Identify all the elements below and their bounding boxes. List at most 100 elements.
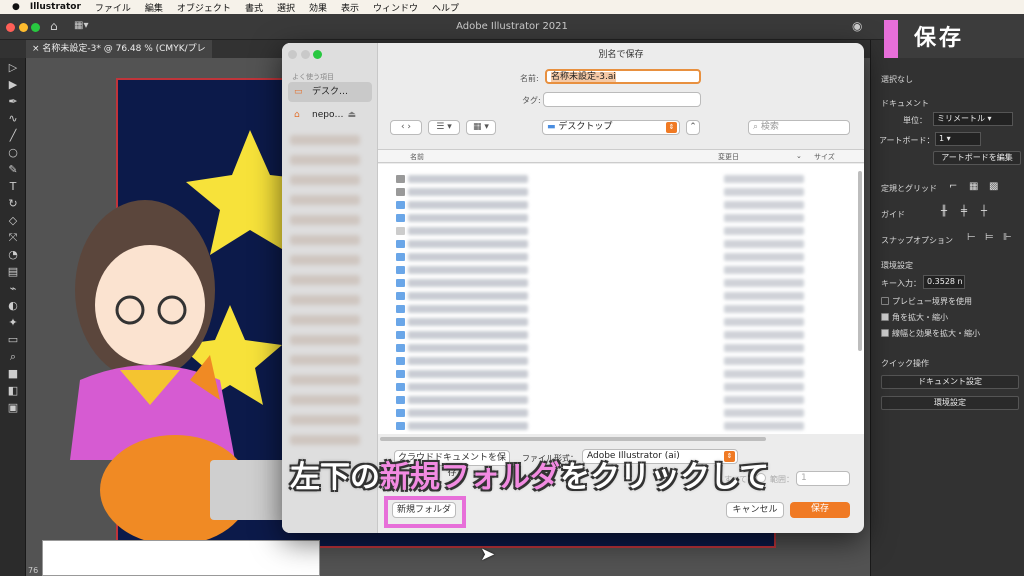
file-row[interactable] xyxy=(394,316,864,328)
guides-title: ガイド xyxy=(881,210,905,219)
document-section-title: ドキュメント xyxy=(881,99,929,108)
artboard-select[interactable]: 1 ▾ xyxy=(935,132,981,146)
blend-tool-icon[interactable]: ◐ xyxy=(5,299,21,313)
keyboard-increment-input[interactable]: 0.3528 n xyxy=(923,275,965,289)
menu-type[interactable]: 書式 xyxy=(245,1,263,14)
rotate-tool-icon[interactable]: ↻ xyxy=(5,197,21,211)
name-label: 名前: xyxy=(520,74,539,83)
preferences-button[interactable]: 環境設定 xyxy=(881,396,1019,410)
file-row[interactable] xyxy=(394,225,864,237)
draw-mode-icon[interactable]: ◧ xyxy=(5,384,21,398)
file-row[interactable] xyxy=(394,368,864,380)
pen-tool-icon[interactable]: ✒ xyxy=(5,95,21,109)
list-view-button[interactable]: ☰ ▾ xyxy=(428,120,460,135)
dialog-minimize-icon[interactable] xyxy=(300,50,310,59)
vertical-scrollbar[interactable] xyxy=(858,171,862,351)
unit-select[interactable]: ミリメートル ▾ xyxy=(933,112,1013,126)
file-row[interactable] xyxy=(394,186,864,198)
dialog-zoom-icon[interactable] xyxy=(313,50,322,59)
scale-corners-checkbox[interactable]: 角を拡大・縮小 xyxy=(881,312,948,323)
file-row[interactable] xyxy=(394,381,864,393)
apple-icon[interactable]: ● xyxy=(12,2,20,12)
menu-app-name[interactable]: Illustrator xyxy=(30,2,81,12)
width-tool-icon[interactable]: ⤧ xyxy=(5,231,21,245)
scale-strokes-checkbox[interactable]: 線幅と効果を拡大・縮小 xyxy=(881,328,980,339)
menu-view[interactable]: 表示 xyxy=(341,1,359,14)
file-row[interactable] xyxy=(394,277,864,289)
menu-edit[interactable]: 編集 xyxy=(145,1,163,14)
document-setup-button[interactable]: ドキュメント設定 xyxy=(881,375,1019,389)
tags-input[interactable] xyxy=(543,92,701,107)
smart-guides-icon[interactable]: ┼ xyxy=(981,206,987,217)
menu-object[interactable]: オブジェクト xyxy=(177,1,231,14)
artboard-tool-icon[interactable]: ▭ xyxy=(5,333,21,347)
ruler-icon[interactable]: ⌐ xyxy=(949,181,957,192)
fill-stroke-icon[interactable]: ■ xyxy=(5,367,21,381)
file-row[interactable] xyxy=(394,212,864,224)
file-row[interactable] xyxy=(394,420,864,432)
filename-input[interactable]: 名称未設定-3.ai xyxy=(545,69,701,84)
file-row[interactable] xyxy=(394,355,864,367)
snap-pixel-icon[interactable]: ⊩ xyxy=(1003,232,1012,243)
menu-effect[interactable]: 効果 xyxy=(309,1,327,14)
show-guides-icon[interactable]: ╫ xyxy=(941,206,947,217)
selection-tool-icon[interactable]: ▷ xyxy=(5,61,21,75)
lock-guides-icon[interactable]: ╪ xyxy=(961,206,967,217)
symbol-sprayer-tool-icon[interactable]: ✦ xyxy=(5,316,21,330)
horizontal-scrollbar[interactable] xyxy=(380,437,766,441)
document-tab[interactable]: × 名称未設定-3* @ 76.48 % (CMYK/プレビュー) xyxy=(26,40,212,72)
eject-icon[interactable]: ⏏ xyxy=(347,110,356,120)
file-row[interactable] xyxy=(394,329,864,341)
zoom-tool-icon[interactable]: ⌕ xyxy=(5,350,21,364)
location-dropdown[interactable]: ▬ デスクトップ ⇕ xyxy=(542,120,680,135)
save-button[interactable]: 保存 xyxy=(790,502,850,518)
sidebar-item-nepo[interactable]: ⌂ nepo… ⏏ xyxy=(288,105,372,125)
menu-select[interactable]: 選択 xyxy=(277,1,295,14)
line-tool-icon[interactable]: ╱ xyxy=(5,129,21,143)
type-tool-icon[interactable]: T xyxy=(5,180,21,194)
file-row[interactable] xyxy=(394,342,864,354)
section-tag: 保存 xyxy=(884,20,1024,58)
expand-collapse-button[interactable]: ⌃ xyxy=(686,120,700,135)
zoom-readout[interactable]: 76 xyxy=(28,566,38,575)
file-row[interactable] xyxy=(394,264,864,276)
menu-window[interactable]: ウィンドウ xyxy=(373,1,418,14)
file-row[interactable] xyxy=(394,394,864,406)
account-icon[interactable]: ◉ xyxy=(852,19,862,33)
curvature-tool-icon[interactable]: ∿ xyxy=(5,112,21,126)
ellipse-tool-icon[interactable]: ○ xyxy=(5,146,21,160)
search-field[interactable]: ⌕ 検索 xyxy=(748,120,850,135)
snap-point-icon[interactable]: ⊢ xyxy=(967,232,976,243)
edit-artboard-button[interactable]: アートボードを編集 xyxy=(933,151,1021,165)
range-input[interactable]: 1 xyxy=(796,471,850,486)
grid-icon[interactable]: ▦ xyxy=(969,181,978,192)
snap-grid-icon[interactable]: ⊨ xyxy=(985,232,994,243)
close-tab-icon[interactable]: × xyxy=(32,44,42,54)
file-row[interactable] xyxy=(394,290,864,302)
shape-builder-tool-icon[interactable]: ◔ xyxy=(5,248,21,262)
gradient-tool-icon[interactable]: ▤ xyxy=(5,265,21,279)
menu-help[interactable]: ヘルプ xyxy=(432,1,459,14)
column-name[interactable]: 名前 xyxy=(410,152,424,162)
transparency-grid-icon[interactable]: ▩ xyxy=(989,181,998,192)
menu-file[interactable]: ファイル xyxy=(95,1,131,14)
file-row[interactable] xyxy=(394,199,864,211)
group-view-button[interactable]: ▦ ▾ xyxy=(466,120,496,135)
eraser-tool-icon[interactable]: ◇ xyxy=(5,214,21,228)
file-row[interactable] xyxy=(394,238,864,250)
dialog-close-icon[interactable] xyxy=(288,50,297,59)
preview-bounds-checkbox[interactable]: プレビュー境界を使用 xyxy=(881,296,972,307)
file-row[interactable] xyxy=(394,407,864,419)
back-forward-buttons[interactable]: ‹ › xyxy=(390,120,422,135)
column-modified[interactable]: 変更日 xyxy=(718,152,739,162)
file-row[interactable] xyxy=(394,303,864,315)
screen-mode-icon[interactable]: ▣ xyxy=(5,401,21,415)
paintbrush-tool-icon[interactable]: ✎ xyxy=(5,163,21,177)
file-row[interactable] xyxy=(394,251,864,263)
file-row[interactable] xyxy=(394,173,864,185)
direct-selection-tool-icon[interactable]: ▶ xyxy=(5,78,21,92)
eyedropper-tool-icon[interactable]: ⌁ xyxy=(5,282,21,296)
column-size[interactable]: サイズ xyxy=(814,152,835,162)
cancel-button[interactable]: キャンセル xyxy=(726,502,784,518)
sidebar-item-desktop[interactable]: ▭ デスク… xyxy=(288,82,372,102)
